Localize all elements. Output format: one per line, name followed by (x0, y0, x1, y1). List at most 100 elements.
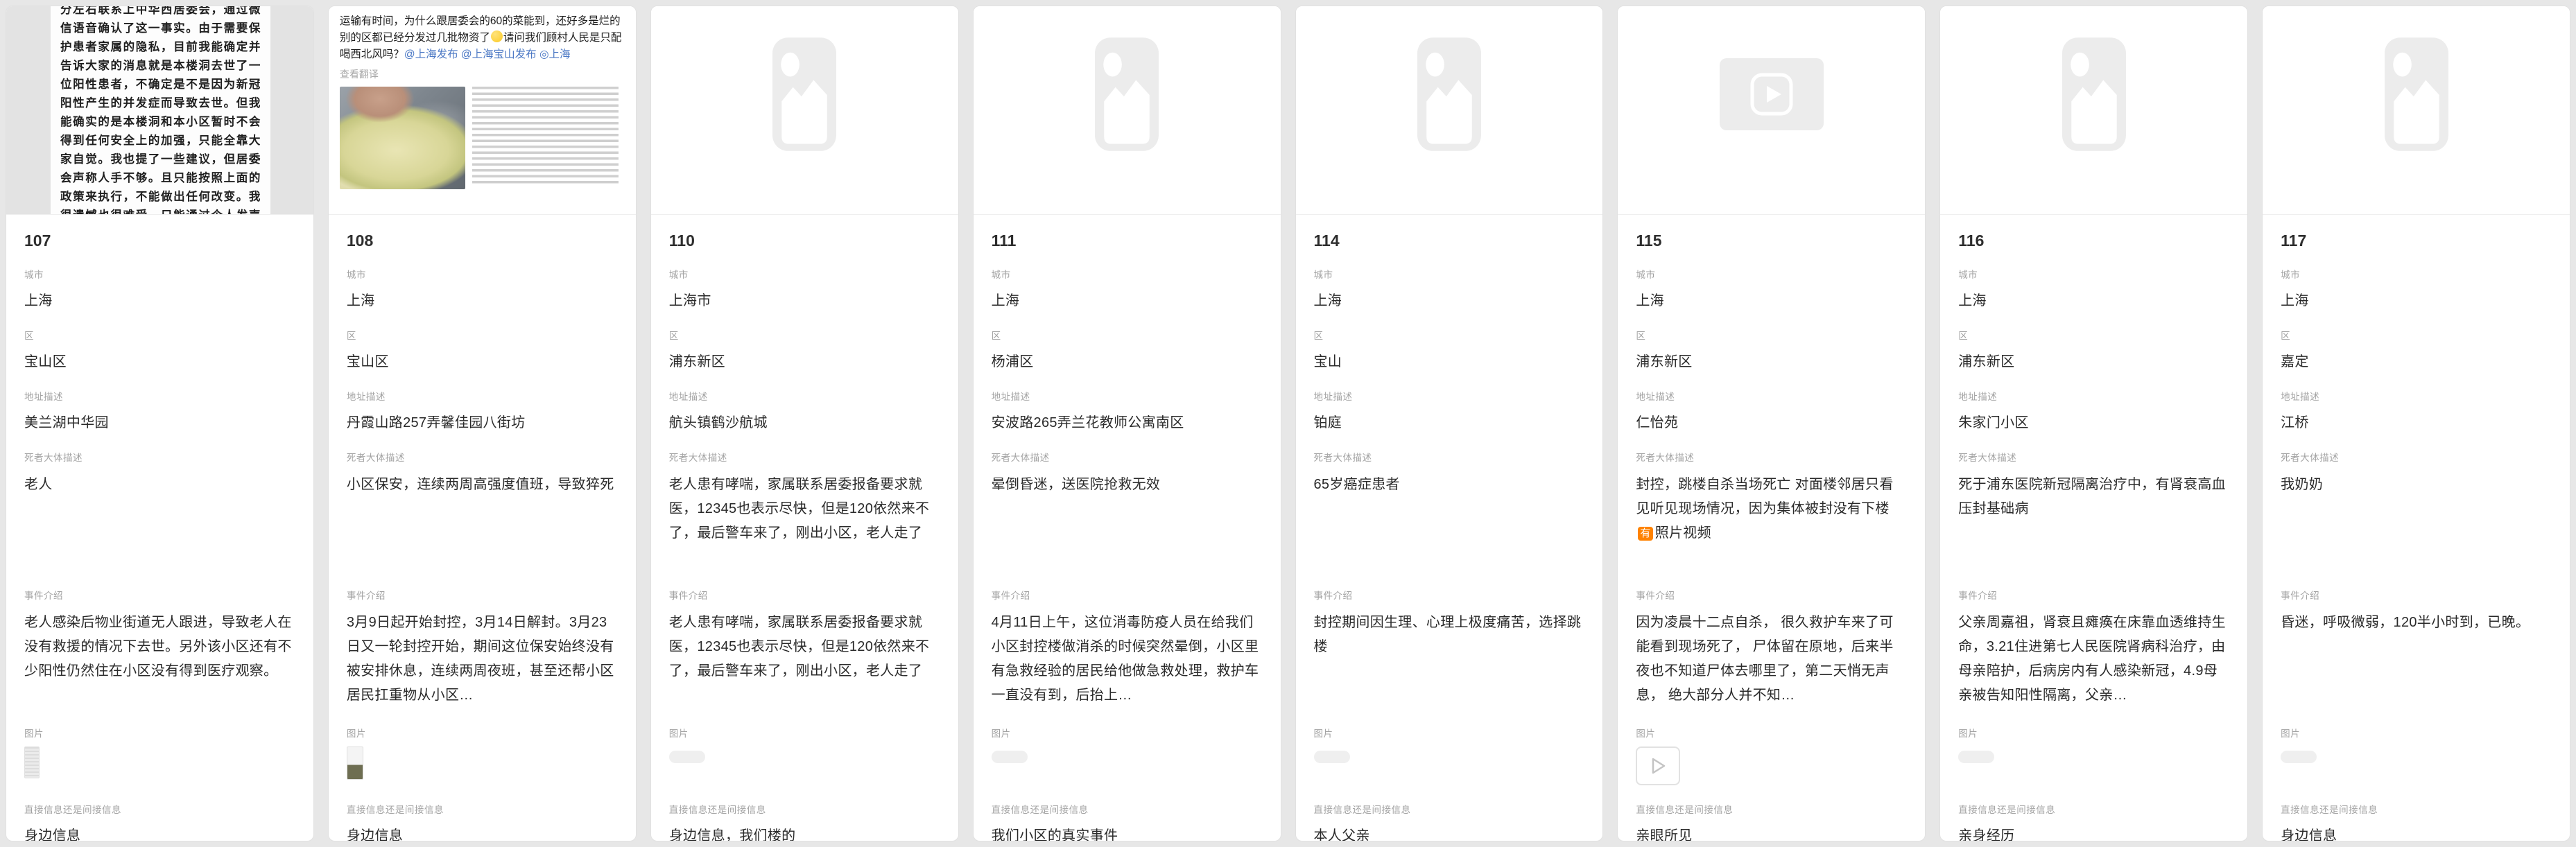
record-card[interactable]: 运输有时间，为什么跟居委会的60的菜能到，还好多是烂的 别的区都已经分发过几批物… (328, 6, 637, 841)
weibo-post-attachment[interactable]: 运输有时间，为什么跟居委会的60的菜能到，还好多是烂的 别的区都已经分发过几批物… (329, 6, 636, 214)
field-deceased-value[interactable]: 老人 (24, 473, 295, 571)
weibo-mention-links[interactable]: @上海发布 @上海宝山发布 ◎上海 (404, 49, 571, 60)
field-direct: 直接信息还是间接信息 身边信息 (24, 802, 295, 841)
record-media-preview[interactable] (1296, 6, 1603, 215)
record-media-preview[interactable] (1618, 6, 1925, 215)
field-event-value[interactable]: 昏迷，呼吸微弱，120半小时到，已晚。 (2281, 611, 2552, 709)
field-address-value[interactable]: 安波路265弄兰花教师公寓南区 (992, 412, 1263, 433)
field-city-value[interactable]: 上海市 (669, 290, 940, 311)
record-number[interactable]: 116 (1958, 232, 2229, 250)
record-media-preview[interactable] (651, 6, 958, 215)
record-media-preview[interactable]: 运输有时间，为什么跟居委会的60的菜能到，还好多是烂的 别的区都已经分发过几批物… (329, 6, 636, 215)
field-district-value[interactable]: 宝山区 (24, 351, 295, 372)
field-city-value[interactable]: 上海 (992, 290, 1263, 311)
field-address-value[interactable]: 美兰湖中华园 (24, 412, 295, 433)
record-card[interactable]: 114 城市 上海 区 宝山 地址描述 铂庭 死者大体描述 65岁癌症患者 事件… (1295, 6, 1604, 841)
field-direct-value[interactable]: 本人父亲 (1314, 826, 1585, 841)
field-event-value[interactable]: 父亲周嘉祖，肾衰且瘫痪在床靠血透维持生命，3.21住进第七人民医院肾病科治疗，由… (1958, 611, 2229, 709)
image-attachment-loading[interactable] (2281, 751, 2317, 763)
image-thumb-row (1636, 746, 1907, 785)
field-city-value[interactable]: 上海 (1958, 290, 2229, 311)
record-number[interactable]: 110 (669, 232, 940, 250)
field-direct-value[interactable]: 身边信息 (24, 826, 295, 841)
record-media-preview[interactable]: 分左右联系上中华西居委会，通过微信语音确认了这一事实。由于需要保护患者家属的隐私… (6, 6, 313, 215)
field-deceased-value[interactable]: 死于浦东医院新冠隔离治疗中，有肾衰高血压封基础病 (1958, 473, 2229, 571)
photo-placeholder-wrap (1940, 6, 2247, 214)
field-direct-value[interactable]: 身边信息 (347, 826, 618, 841)
field-city-value[interactable]: 上海 (2281, 290, 2552, 311)
field-deceased-value[interactable]: 我奶奶 (2281, 473, 2552, 571)
text-screenshot-attachment[interactable]: 分左右联系上中华西居委会，通过微信语音确认了这一事实。由于需要保护患者家属的隐私… (6, 6, 313, 214)
record-number[interactable]: 115 (1636, 232, 1907, 250)
field-district-value[interactable]: 杨浦区 (992, 351, 1263, 372)
field-direct-label: 直接信息还是间接信息 (1314, 802, 1585, 816)
image-attachment-loading[interactable] (1314, 751, 1350, 763)
field-deceased-value[interactable]: 老人患有哮喘，家属联系居委报备要求就医，12345也表示尽快，但是120依然来不… (669, 473, 940, 571)
field-event-value[interactable]: 3月9日起开始封控，3月14日解封。3月23日又一轮封控开始，期间这位保安始终没… (347, 611, 618, 709)
field-direct-value[interactable]: 亲眼所见 (1636, 826, 1907, 841)
field-address-value[interactable]: 江桥 (2281, 412, 2552, 433)
field-deceased-value[interactable]: 小区保安，连续两周高强度值班，导致猝死 (347, 473, 618, 571)
field-city-value[interactable]: 上海 (24, 290, 295, 311)
field-district-value[interactable]: 浦东新区 (669, 351, 940, 372)
field-district-value[interactable]: 宝山 (1314, 351, 1585, 372)
field-address-value[interactable]: 丹霞山路257弄馨佳园八街坊 (347, 412, 618, 433)
weibo-translate-link[interactable]: 查看翻译 (340, 67, 625, 81)
record-number[interactable]: 107 (24, 232, 295, 250)
field-deceased-value[interactable]: 封控，跳楼自杀当场死亡 对面楼邻居只看见听见现场情况，因为集体被封没有下楼 有照… (1636, 473, 1907, 571)
field-address-label: 地址描述 (1314, 389, 1585, 403)
field-city-value[interactable]: 上海 (1636, 290, 1907, 311)
record-fields: 114 城市 上海 区 宝山 地址描述 铂庭 死者大体描述 65岁癌症患者 事件… (1296, 215, 1603, 841)
field-event-value[interactable]: 老人患有哮喘，家属联系居委报备要求就医，12345也表示尽快，但是120依然来不… (669, 611, 940, 709)
field-city-value[interactable]: 上海 (1314, 290, 1585, 311)
field-district-value[interactable]: 浦东新区 (1958, 351, 2229, 372)
have-badge-emoji: 有 (1638, 527, 1652, 541)
record-card[interactable]: 117 城市 上海 区 嘉定 地址描述 江桥 死者大体描述 我奶奶 事件介绍 昏… (2262, 6, 2570, 841)
field-event: 事件介绍 4月11日上午，这位消毒防疫人员在给我们小区封控楼做消杀的时候突然晕倒… (992, 588, 1263, 709)
field-district-value[interactable]: 宝山区 (347, 351, 618, 372)
field-event-value[interactable]: 因为凌晨十二点自杀， 很久救护车来了可能看到现场死了， 尸体留在原地，后来半夜也… (1636, 611, 1907, 709)
record-number[interactable]: 114 (1314, 232, 1585, 250)
field-deceased: 死者大体描述 小区保安，连续两周高强度值班，导致猝死 (347, 450, 618, 571)
record-number[interactable]: 108 (347, 232, 618, 250)
field-direct-value[interactable]: 我们小区的真实事件 (992, 826, 1263, 841)
record-number[interactable]: 117 (2281, 232, 2552, 250)
field-district-label: 区 (1958, 328, 2229, 342)
field-address-value[interactable]: 仁怡苑 (1636, 412, 1907, 433)
record-card[interactable]: 分左右联系上中华西居委会，通过微信语音确认了这一事实。由于需要保护患者家属的隐私… (6, 6, 314, 841)
record-card[interactable]: 110 城市 上海市 区 浦东新区 地址描述 航头镇鹤沙航城 死者大体描述 老人… (650, 6, 959, 841)
record-media-preview[interactable] (974, 6, 1281, 215)
field-district: 区 宝山区 (24, 328, 295, 372)
weibo-post-line1: 运输有时间，为什么跟居委会的60的菜能到，还好多是烂的 (340, 15, 621, 27)
field-address: 地址描述 安波路265弄兰花教师公寓南区 (992, 389, 1263, 433)
image-attachment-loading[interactable] (992, 751, 1028, 763)
record-number[interactable]: 111 (992, 232, 1263, 250)
field-address-value[interactable]: 铂庭 (1314, 412, 1585, 433)
video-attachment-thumb[interactable] (1636, 746, 1680, 785)
field-direct-value[interactable]: 身边信息 (2281, 826, 2552, 841)
field-event-value[interactable]: 老人感染后物业街道无人跟进，导致老人在没有救援的情况下去世。另外该小区还有不少阳… (24, 611, 295, 709)
record-card[interactable]: 116 城市 上海 区 浦东新区 地址描述 朱家门小区 死者大体描述 死于浦东医… (1939, 6, 2248, 841)
record-card[interactable]: 111 城市 上海 区 杨浦区 地址描述 安波路265弄兰花教师公寓南区 死者大… (973, 6, 1281, 841)
field-event-value[interactable]: 封控期间因生理、心理上极度痛苦，选择跳楼 (1314, 611, 1585, 709)
record-media-preview[interactable] (2263, 6, 2570, 215)
field-district-value[interactable]: 嘉定 (2281, 351, 2552, 372)
field-direct-value[interactable]: 亲身经历 (1958, 826, 2229, 841)
record-card[interactable]: 115 城市 上海 区 浦东新区 地址描述 仁怡苑 死者大体描述 封控，跳楼自杀… (1617, 6, 1926, 841)
image-attachment-thumb[interactable] (347, 746, 363, 780)
field-address-value[interactable]: 航头镇鹤沙航城 (669, 412, 940, 433)
field-deceased-value[interactable]: 65岁癌症患者 (1314, 473, 1585, 571)
image-attachment-thumb[interactable] (24, 746, 40, 778)
field-address-value[interactable]: 朱家门小区 (1958, 412, 2229, 433)
field-deceased: 死者大体描述 老人 (24, 450, 295, 571)
field-event-value[interactable]: 4月11日上午，这位消毒防疫人员在给我们小区封控楼做消杀的时候突然晕倒，小区里有… (992, 611, 1263, 709)
rotten-cabbage-photo[interactable] (340, 87, 465, 189)
field-deceased-value[interactable]: 晕倒昏迷，送医院抢救无效 (992, 473, 1263, 571)
field-district-value[interactable]: 浦东新区 (1636, 351, 1907, 372)
field-city-value[interactable]: 上海 (347, 290, 618, 311)
record-media-preview[interactable] (1940, 6, 2247, 215)
field-city: 城市 上海 (1314, 267, 1585, 311)
field-direct-value[interactable]: 身边信息，我们楼的 (669, 826, 940, 841)
image-attachment-loading[interactable] (669, 751, 705, 763)
image-attachment-loading[interactable] (1958, 751, 1994, 763)
